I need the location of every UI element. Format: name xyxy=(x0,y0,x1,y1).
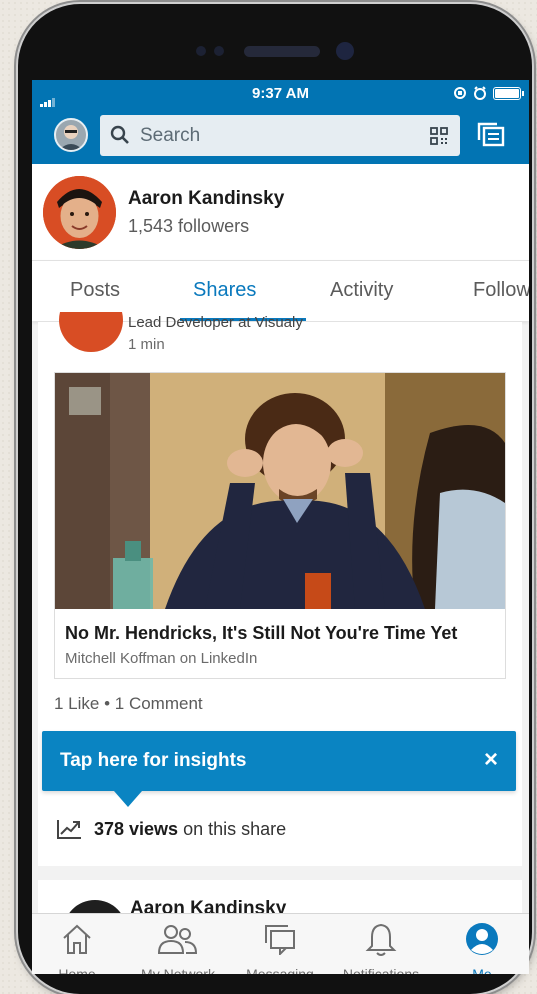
banner-pointer xyxy=(114,791,142,807)
orientation-lock-icon xyxy=(454,87,466,99)
sensor-dot xyxy=(214,46,224,56)
article-source: Mitchell Koffman on LinkedIn xyxy=(65,650,258,667)
close-icon[interactable]: × xyxy=(484,746,498,774)
share-views[interactable]: 378 views on this share xyxy=(56,818,286,840)
me-icon xyxy=(466,923,498,955)
nav-me[interactable]: Me xyxy=(434,920,529,974)
bottom-nav: Home My Network Messaging Notifications … xyxy=(32,913,529,974)
search-placeholder: Search xyxy=(140,125,201,146)
nav-notifications[interactable]: Notifications xyxy=(333,920,429,974)
nav-home[interactable]: Home xyxy=(32,920,125,974)
home-icon xyxy=(63,924,91,954)
views-suffix: on this share xyxy=(183,818,287,839)
article-title: No Mr. Hendricks, It's Still Not You're … xyxy=(65,623,458,643)
post-author-headline: Lead Developer at Visualy xyxy=(128,314,303,331)
qr-code-icon[interactable] xyxy=(430,127,448,145)
insights-banner[interactable]: Tap here for insights × xyxy=(42,731,516,807)
article-image xyxy=(55,373,505,609)
alarm-icon xyxy=(474,86,486,100)
profile-followers: 1,543 followers xyxy=(128,216,250,236)
tab-follow[interactable]: Follow xyxy=(473,279,529,302)
status-bar: 9:37 AM xyxy=(32,80,529,108)
profile-header[interactable]: Aaron Kandinsky 1,543 followers xyxy=(32,164,529,260)
nav-my-network[interactable]: My Network xyxy=(130,920,226,974)
bell-icon xyxy=(365,923,397,956)
search-icon xyxy=(110,125,129,144)
insights-banner-text: Tap here for insights xyxy=(60,750,247,771)
social-counts[interactable]: 1 Like • 1 Comment xyxy=(54,694,203,714)
nav-messaging[interactable]: Messaging xyxy=(232,920,328,974)
profile-name: Aaron Kandinsky xyxy=(128,188,285,209)
network-icon xyxy=(157,925,198,954)
top-bar: Search xyxy=(32,108,529,164)
front-camera xyxy=(336,42,354,60)
sensor-dot xyxy=(196,46,206,56)
tab-posts[interactable]: Posts xyxy=(70,279,120,302)
battery-icon xyxy=(493,86,524,100)
views-count: 378 views xyxy=(94,818,179,839)
article-preview[interactable]: No Mr. Hendricks, It's Still Not You're … xyxy=(54,372,506,679)
post-time: 1 min xyxy=(128,336,165,353)
post-author-avatar xyxy=(59,312,123,352)
phone-screen: 9:37 AM Search Aaron Kandinsky 1,543 fol… xyxy=(32,80,529,974)
messaging-icon xyxy=(265,925,295,955)
tab-activity[interactable]: Activity xyxy=(330,279,393,302)
tab-shares[interactable]: Shares xyxy=(193,279,256,302)
search-bar[interactable]: Search xyxy=(100,115,460,156)
messaging-icon[interactable] xyxy=(477,122,505,148)
share-card: Lead Developer at Visualy 1 min No Mr. H… xyxy=(38,312,522,866)
profile-avatar xyxy=(43,176,116,249)
trending-chart-icon xyxy=(57,820,81,839)
profile-avatar-button[interactable] xyxy=(54,118,88,152)
earpiece-speaker xyxy=(244,46,320,57)
